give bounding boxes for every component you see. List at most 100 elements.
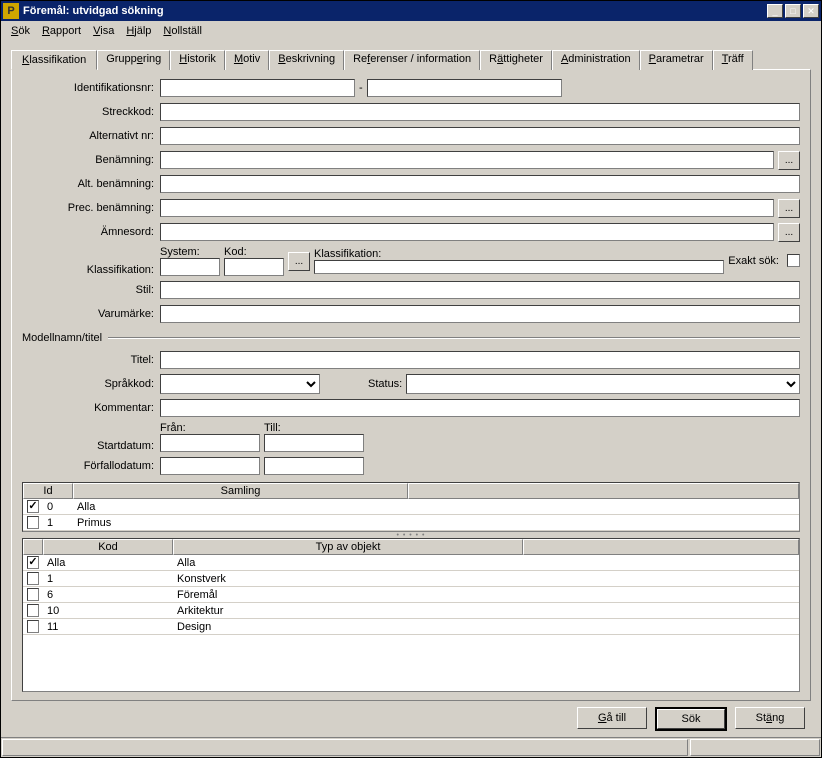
tab-motiv[interactable]: Motiv <box>225 50 269 70</box>
row-checkbox[interactable] <box>27 604 39 617</box>
th-samling[interactable]: Samling <box>73 483 408 499</box>
label-fran: Från: <box>160 422 260 434</box>
window-title: Föremål: utvidgad sökning <box>23 5 767 17</box>
label-titel: Titel: <box>22 354 160 366</box>
tab-parametrar[interactable]: Parametrar <box>640 50 713 70</box>
stil-input[interactable] <box>160 281 800 299</box>
label-stil: Stil: <box>22 284 160 296</box>
maximize-button[interactable]: □ <box>785 4 801 18</box>
benamning-input[interactable] <box>160 151 774 169</box>
titel-input[interactable] <box>160 351 800 369</box>
status-panel-2 <box>690 739 820 756</box>
tab-klassifikation[interactable]: Klassifikation <box>11 50 97 70</box>
th-id[interactable]: Id <box>23 483 73 499</box>
typ-table: Kod Typ av objekt Alla Alla 1 Konstverk … <box>22 538 800 692</box>
tab-historik[interactable]: Historik <box>170 50 225 70</box>
label-klass-inner: Klassifikation: <box>314 248 724 260</box>
menu-sok[interactable]: Sök <box>7 24 34 38</box>
tab-gruppering[interactable]: Gruppering <box>97 50 170 70</box>
table-row[interactable]: 0 Alla <box>23 499 799 515</box>
row-checkbox[interactable] <box>27 556 39 569</box>
forfallodatum-till-input[interactable] <box>264 457 364 475</box>
row-checkbox[interactable] <box>27 588 39 601</box>
app-icon: P <box>3 3 19 19</box>
label-prec-benamning: Prec. benämning: <box>22 202 160 214</box>
cell-samling: Alla <box>73 499 408 514</box>
prec-benamning-browse-button[interactable]: ... <box>778 199 800 218</box>
identifikationsnr-from-input[interactable] <box>160 79 355 97</box>
row-checkbox[interactable] <box>27 500 39 513</box>
cell-typ: Föremål <box>173 587 523 602</box>
close-button[interactable]: ✕ <box>803 4 819 18</box>
tab-traff[interactable]: Träff <box>713 50 753 70</box>
row-checkbox[interactable] <box>27 516 39 529</box>
menu-hjalp[interactable]: Hjälp <box>122 24 155 38</box>
kod-browse-button[interactable]: ... <box>288 252 310 271</box>
row-checkbox[interactable] <box>27 620 39 633</box>
cell-kod: 1 <box>43 571 173 586</box>
sprakkod-select[interactable] <box>160 374 320 394</box>
label-system: System: <box>160 246 220 258</box>
content: Klassifikation Gruppering Historik Motiv… <box>1 41 821 737</box>
forfallodatum-fran-input[interactable] <box>160 457 260 475</box>
cell-typ: Konstverk <box>173 571 523 586</box>
th-empty <box>408 483 799 499</box>
stang-button[interactable]: Stäng <box>735 707 805 729</box>
th-kod[interactable]: Kod <box>43 539 173 555</box>
klassifikation-text-input[interactable] <box>314 260 724 274</box>
table-row[interactable]: 1 Konstverk <box>23 571 799 587</box>
dash: - <box>359 82 363 94</box>
titlebar: P Föremål: utvidgad sökning _ □ ✕ <box>1 1 821 21</box>
menu-visa[interactable]: Visa <box>89 24 118 38</box>
th-typ[interactable]: Typ av objekt <box>173 539 523 555</box>
alternativt-nr-input[interactable] <box>160 127 800 145</box>
system-input[interactable] <box>160 258 220 276</box>
kod-input[interactable] <box>224 258 284 276</box>
tab-beskrivning[interactable]: Beskrivning <box>269 50 344 70</box>
table-row[interactable]: 1 Primus <box>23 515 799 531</box>
startdatum-till-input[interactable] <box>264 434 364 452</box>
group-modellnamn: Modellnamn/titel <box>22 332 800 344</box>
alt-benamning-input[interactable] <box>160 175 800 193</box>
kommentar-input[interactable] <box>160 399 800 417</box>
label-till: Till: <box>264 422 364 434</box>
window: P Föremål: utvidgad sökning _ □ ✕ Sök Ra… <box>0 0 822 758</box>
table-row[interactable]: Alla Alla <box>23 555 799 571</box>
cell-typ: Design <box>173 619 523 634</box>
label-kommentar: Kommentar: <box>22 402 160 414</box>
label-benamning: Benämning: <box>22 154 160 166</box>
table-row[interactable]: 6 Föremål <box>23 587 799 603</box>
cell-id: 1 <box>43 515 73 530</box>
cell-id: 0 <box>43 499 73 514</box>
row-checkbox[interactable] <box>27 572 39 585</box>
streckkod-input[interactable] <box>160 103 800 121</box>
label-klassifikation: Klassifikation: <box>22 264 160 276</box>
varumarke-input[interactable] <box>160 305 800 323</box>
identifikationsnr-to-input[interactable] <box>367 79 562 97</box>
table-row[interactable]: 10 Arkitektur <box>23 603 799 619</box>
cell-kod: 6 <box>43 587 173 602</box>
benamning-browse-button[interactable]: ... <box>778 151 800 170</box>
minimize-button[interactable]: _ <box>767 4 783 18</box>
cell-samling: Primus <box>73 515 408 530</box>
label-alt-benamning: Alt. benämning: <box>22 178 160 190</box>
label-startdatum: Startdatum: <box>22 440 160 452</box>
window-buttons: _ □ ✕ <box>767 4 819 18</box>
tab-referenser[interactable]: Referenser / information <box>344 50 480 70</box>
sok-button[interactable]: Sök <box>655 707 727 731</box>
label-varumarke: Varumärke: <box>22 308 160 320</box>
status-select[interactable] <box>406 374 800 394</box>
gatill-button[interactable]: Gå till <box>577 707 647 729</box>
label-exakt-sok: Exakt sök: <box>728 255 779 267</box>
table-row[interactable]: 11 Design <box>23 619 799 635</box>
exakt-sok-checkbox[interactable] <box>787 254 800 267</box>
prec-benamning-input[interactable] <box>160 199 774 217</box>
amnesord-input[interactable] <box>160 223 774 241</box>
cell-kod: 10 <box>43 603 173 618</box>
menu-rapport[interactable]: Rapport <box>38 24 85 38</box>
startdatum-fran-input[interactable] <box>160 434 260 452</box>
amnesord-browse-button[interactable]: ... <box>778 223 800 242</box>
tab-administration[interactable]: Administration <box>552 50 640 70</box>
menu-nollstall[interactable]: Nollställ <box>159 24 206 38</box>
tab-rattigheter[interactable]: Rättigheter <box>480 50 552 70</box>
